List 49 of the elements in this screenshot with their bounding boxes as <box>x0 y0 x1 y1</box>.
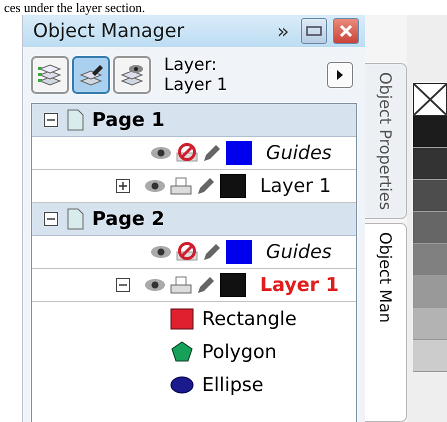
close-icon <box>339 24 354 38</box>
palette-swatch[interactable] <box>412 308 447 340</box>
current-layer-name: Layer 1 <box>164 75 229 95</box>
expand-toggle[interactable] <box>116 179 130 193</box>
palette-swatch[interactable] <box>412 340 447 372</box>
palette-swatch[interactable] <box>412 148 447 180</box>
page-name[interactable]: Page 2 <box>92 208 165 230</box>
docker-tab[interactable]: Object Properties <box>365 63 407 220</box>
palette-swatch[interactable] <box>412 116 447 148</box>
caption-text: ces under the layer section. <box>3 0 146 15</box>
view-mode-button[interactable] <box>113 56 151 94</box>
close-button[interactable] <box>333 18 360 44</box>
layer-name[interactable]: Layer 1 <box>260 175 332 197</box>
layer-name[interactable]: Guides <box>266 241 332 263</box>
expand-panel-button[interactable]: » <box>277 19 290 43</box>
palette-swatch[interactable] <box>412 276 447 308</box>
docker-tab[interactable]: Object Man <box>365 223 407 422</box>
collapse-toggle[interactable] <box>44 212 58 226</box>
layer-name[interactable]: Guides <box>266 142 332 164</box>
eye-icon <box>144 179 166 193</box>
minimize-icon <box>306 26 322 36</box>
pencil-icon <box>202 242 222 262</box>
pencil-icon <box>202 143 222 163</box>
collapse-toggle[interactable] <box>44 113 58 127</box>
object-name[interactable]: Polygon <box>202 340 277 362</box>
page-icon <box>66 208 84 230</box>
layer-label: Layer: <box>164 55 218 75</box>
panel-title: Object Manager <box>33 20 186 42</box>
plus-icon <box>118 181 128 191</box>
eye-icon <box>150 146 172 160</box>
triangle-icon <box>336 69 344 81</box>
no-color-swatch[interactable] <box>412 83 447 116</box>
pencil-icon <box>196 275 216 295</box>
object-name[interactable]: Ellipse <box>202 374 264 396</box>
pencil-icon <box>196 176 216 196</box>
object-name[interactable]: Rectangle <box>202 308 297 330</box>
page-name[interactable]: Page 1 <box>92 109 165 131</box>
collapse-toggle[interactable] <box>116 278 130 292</box>
view-mode-button[interactable] <box>31 56 69 94</box>
view-mode-button[interactable] <box>72 56 110 94</box>
palette-swatch[interactable] <box>412 180 447 212</box>
minimize-button[interactable] <box>301 18 328 44</box>
palette-swatch[interactable] <box>412 244 447 276</box>
layer-name[interactable]: Layer 1 <box>260 274 339 296</box>
eye-icon <box>144 278 166 292</box>
eye-icon <box>150 245 172 259</box>
page-icon <box>66 109 84 131</box>
palette-swatch[interactable] <box>412 212 447 244</box>
flyout-menu-button[interactable] <box>327 62 354 88</box>
